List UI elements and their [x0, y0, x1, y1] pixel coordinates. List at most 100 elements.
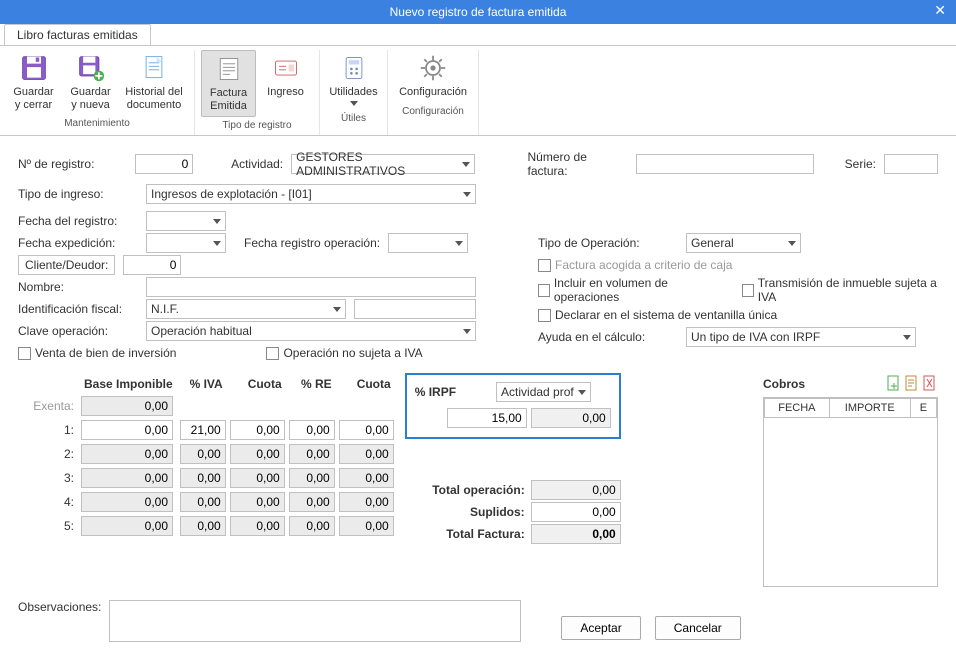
- group-tipo: Tipo de registro: [222, 117, 291, 131]
- window-title: Nuevo registro de factura emitida: [390, 5, 567, 19]
- total-op-value: [531, 480, 621, 500]
- grid-cell: [180, 492, 226, 512]
- cobros-col-fecha[interactable]: FECHA: [765, 399, 830, 418]
- fecha-reg-input[interactable]: [146, 211, 226, 231]
- aceptar-button[interactable]: Aceptar: [561, 616, 640, 640]
- clave-label: Clave operación:: [18, 324, 138, 338]
- group-config: Configuración: [402, 103, 464, 117]
- grid-cell: [289, 468, 335, 488]
- ayuda-select[interactable]: Un tipo de IVA con IRPF: [686, 327, 916, 347]
- grid-cell[interactable]: [289, 420, 335, 440]
- fecha-reg-op-input[interactable]: [388, 233, 468, 253]
- title-bar: Nuevo registro de factura emitida ✕: [0, 0, 956, 24]
- idfiscal-value[interactable]: [354, 299, 476, 319]
- cobros-col-e[interactable]: E: [910, 399, 936, 418]
- utilidades-label: Utilidades: [329, 86, 377, 99]
- ingreso-button[interactable]: Ingreso: [258, 50, 313, 117]
- irpf-label: % IRPF: [415, 385, 456, 399]
- row-label: 2:: [20, 443, 78, 465]
- irpf-value[interactable]: [447, 408, 527, 428]
- cobros-edit-icon[interactable]: [904, 374, 920, 394]
- grid-cell: [81, 444, 173, 464]
- suplidos-label: Suplidos:: [405, 505, 525, 519]
- document-history-icon: [140, 54, 168, 82]
- observ-label: Observaciones:: [18, 600, 101, 614]
- row-label: 4:: [20, 491, 78, 513]
- configuracion-button[interactable]: Configuración: [394, 50, 472, 103]
- tab-libro-facturas[interactable]: Libro facturas emitidas: [4, 24, 151, 45]
- cobros-col-importe[interactable]: IMPORTE: [829, 399, 910, 418]
- incluir-vol-check[interactable]: Incluir en volumen de operaciones: [538, 276, 718, 304]
- grid-header: % RE: [288, 375, 336, 393]
- grid-header: Cuota: [229, 375, 286, 393]
- irpf-box: % IRPF Actividad prof: [405, 373, 621, 439]
- nombre-input[interactable]: [146, 277, 476, 297]
- venta-bien-check[interactable]: Venta de bien de inversión: [18, 346, 176, 360]
- grid-cell: [230, 444, 285, 464]
- grid-cell[interactable]: [180, 420, 226, 440]
- close-button[interactable]: ✕: [934, 2, 946, 19]
- irpf-amount: [531, 408, 611, 428]
- save-new-label: Guardar y nueva: [70, 86, 110, 111]
- grid-cell: [289, 444, 335, 464]
- serie-input[interactable]: [884, 154, 938, 174]
- suplidos-value[interactable]: [531, 502, 621, 522]
- observ-textarea[interactable]: [109, 600, 521, 642]
- ribbon: Guardar y cerrar Guardar y nueva Histori…: [0, 46, 956, 136]
- tipo-ingreso-select[interactable]: Ingresos de explotación - [I01]: [146, 184, 476, 204]
- fact-criterio-check[interactable]: Factura acogida a criterio de caja: [538, 258, 732, 272]
- clave-select[interactable]: Operación habitual: [146, 321, 476, 341]
- save-new-button[interactable]: Guardar y nueva: [63, 50, 118, 115]
- fecha-reg-op-label: Fecha registro operación:: [244, 236, 380, 250]
- idfiscal-select[interactable]: N.I.F.: [146, 299, 346, 319]
- grid-header: [20, 375, 78, 393]
- historial-button[interactable]: Historial del documento: [120, 50, 188, 115]
- grid-cell: [180, 444, 226, 464]
- historial-label: Historial del documento: [125, 86, 182, 111]
- grid-cell: [180, 468, 226, 488]
- nreg-input[interactable]: [135, 154, 193, 174]
- actividad-label: Actividad:: [231, 157, 283, 171]
- grid-cell[interactable]: [339, 420, 394, 440]
- actividad-select[interactable]: GESTORES ADMINISTRATIVOS: [291, 154, 475, 174]
- cobros-delete-icon[interactable]: [922, 374, 938, 394]
- grid-cell[interactable]: [230, 420, 285, 440]
- invoice-icon: [215, 55, 243, 83]
- cliente-input[interactable]: [123, 255, 181, 275]
- nreg-label: Nº de registro:: [18, 157, 127, 171]
- save-close-button[interactable]: Guardar y cerrar: [6, 50, 61, 115]
- cancelar-button[interactable]: Cancelar: [655, 616, 741, 640]
- numfact-input[interactable]: [636, 154, 814, 174]
- cobros-add-icon[interactable]: [886, 374, 902, 394]
- grid-cell[interactable]: [81, 420, 173, 440]
- row-label: 3:: [20, 467, 78, 489]
- gear-icon: [419, 54, 447, 82]
- grid-cell: [289, 516, 335, 536]
- utilidades-button[interactable]: Utilidades: [326, 50, 381, 110]
- ayuda-label: Ayuda en el cálculo:: [538, 330, 678, 344]
- grid-header: Cuota: [338, 375, 395, 393]
- total-fact-label: Total Factura:: [405, 527, 525, 541]
- irpf-activ-select[interactable]: Actividad prof: [496, 382, 591, 402]
- grid-cell: [81, 468, 173, 488]
- tab-strip: Libro facturas emitidas: [0, 24, 956, 46]
- trans-inmueble-check[interactable]: Transmisión de inmueble sujeta a IVA: [742, 276, 938, 304]
- grid-cell: [339, 516, 394, 536]
- declarar-vent-check[interactable]: Declarar en el sistema de ventanilla úni…: [538, 308, 777, 322]
- factura-label: Factura Emitida: [210, 87, 247, 112]
- cliente-button[interactable]: Cliente/Deudor:: [18, 255, 115, 275]
- grid-cell: [230, 492, 285, 512]
- factura-emitida-button[interactable]: Factura Emitida: [201, 50, 256, 117]
- group-utiles: Útiles: [341, 110, 366, 124]
- tipo-ingreso-label: Tipo de ingreso:: [18, 187, 138, 201]
- fecha-reg-label: Fecha del registro:: [18, 214, 138, 228]
- save-icon: [20, 54, 48, 82]
- grid-cell: [289, 492, 335, 512]
- grid-cell: [81, 396, 173, 416]
- op-no-sujeta-check[interactable]: Operación no sujeta a IVA: [266, 346, 422, 360]
- grid-header: % IVA: [179, 375, 227, 393]
- tipo-op-select[interactable]: General: [686, 233, 801, 253]
- fecha-exp-input[interactable]: [146, 233, 226, 253]
- grid-cell: [230, 516, 285, 536]
- grid-cell: [81, 492, 173, 512]
